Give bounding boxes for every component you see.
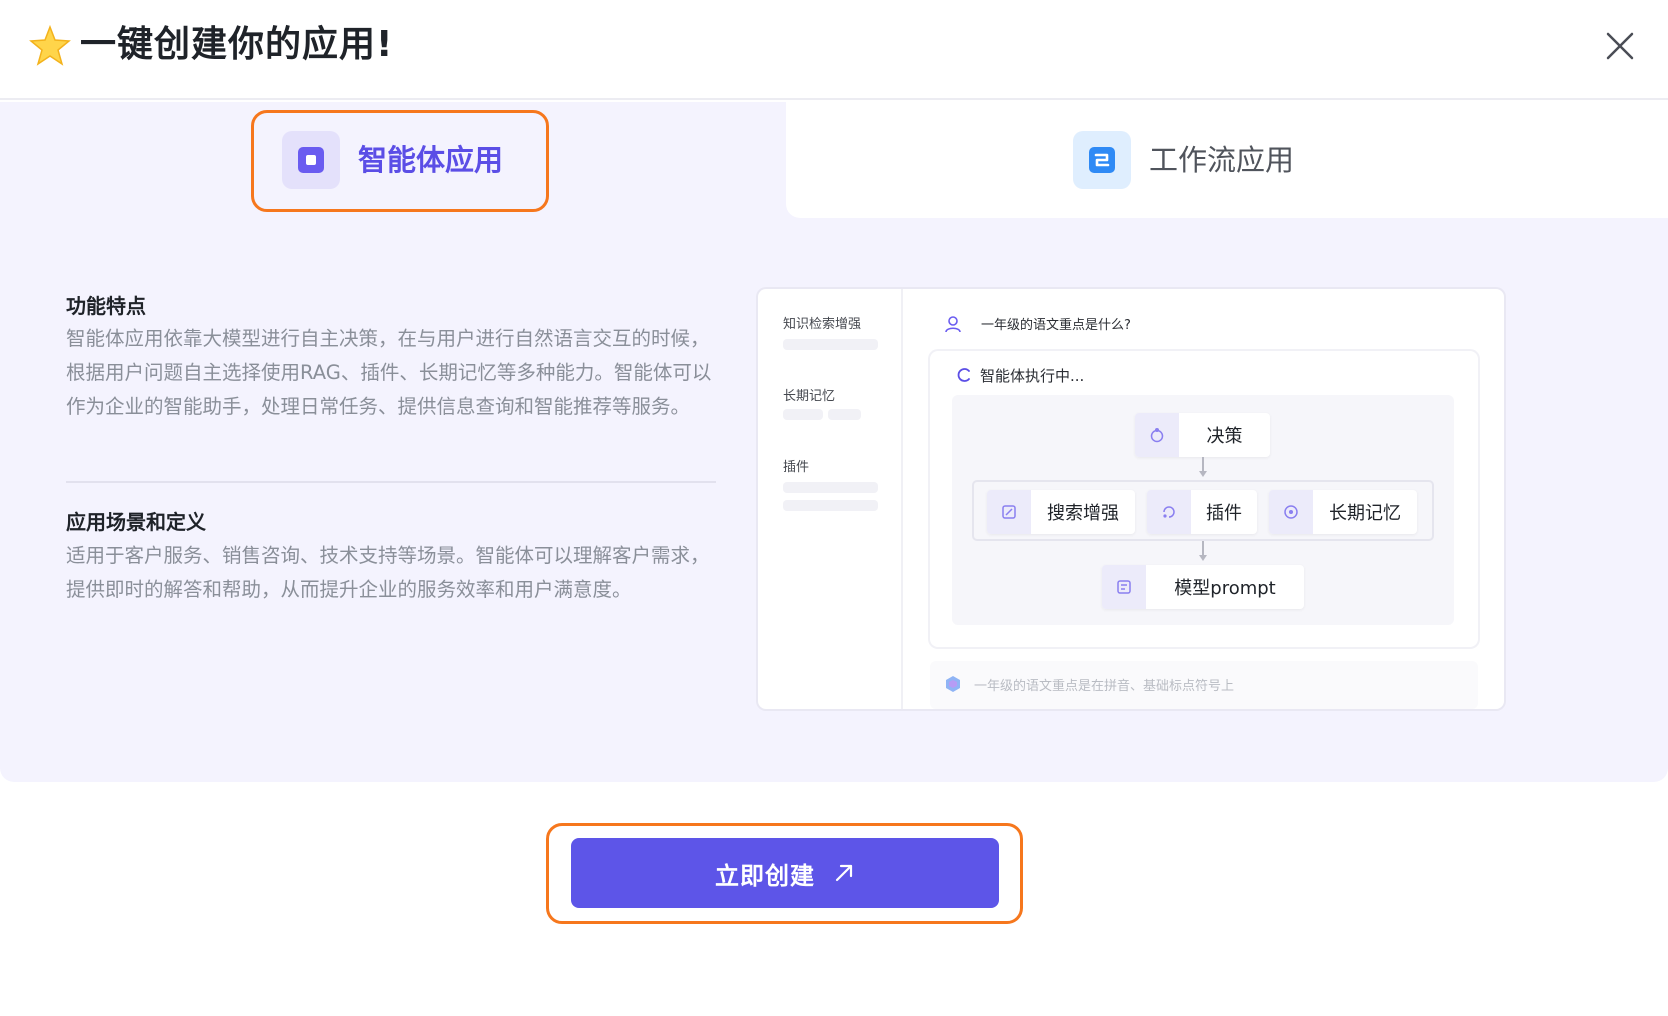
- node-decision: 决策: [1135, 413, 1270, 457]
- features-text: 智能体应用依靠大模型进行自主决策，在与用户进行自然语言交互的时候，根据用户问题自…: [66, 327, 712, 418]
- scenarios-text: 适用于客户服务、销售咨询、技术支持等场景。智能体可以理解客户需求，提供即时的解答…: [66, 544, 710, 601]
- preview-sidebar: 知识检索增强 长期记忆 插件: [758, 289, 903, 709]
- node-plugin-label: 插件: [1206, 503, 1242, 524]
- scenarios-title: 应用场景和定义: [66, 510, 206, 534]
- memory-icon: [1269, 490, 1313, 534]
- plugin-icon: [1147, 490, 1191, 534]
- assistant-logo-icon: [946, 676, 960, 692]
- close-icon[interactable]: [1602, 28, 1638, 64]
- tab-workflow-app[interactable]: 工作流应用: [1073, 130, 1294, 190]
- workflow-app-icon: [1073, 131, 1131, 189]
- node-plugin: 插件: [1147, 490, 1257, 534]
- features-title: 功能特点: [66, 294, 146, 318]
- flow-arrow-head: [1199, 471, 1207, 477]
- create-now-button[interactable]: 立即创建: [571, 838, 999, 908]
- decision-icon: [1135, 413, 1179, 457]
- tab-agent-app[interactable]: 智能体应用: [282, 130, 503, 190]
- node-search: 搜索增强: [987, 490, 1135, 534]
- star-icon: [29, 24, 71, 66]
- user-icon: [945, 316, 961, 333]
- tab-workflow-app-label: 工作流应用: [1149, 143, 1295, 177]
- node-model-prompt-label: 模型prompt: [1174, 578, 1276, 599]
- preview-sidebar-item-knowledge: 知识检索增强: [783, 317, 862, 332]
- agent-preview: 知识检索增强 长期记忆 插件 一年级的语文重点是什么? 智能体执行中... 决策…: [758, 289, 1504, 709]
- tab-agent-app-label: 智能体应用: [358, 143, 504, 177]
- dialog-title: 一键创建你的应用!: [80, 24, 394, 65]
- loading-icon: [957, 368, 970, 382]
- preview-answer: 一年级的语文重点是在拼音、基础标点符号上: [974, 679, 1235, 694]
- placeholder-bar: [783, 339, 878, 350]
- node-decision-label: 决策: [1206, 426, 1243, 447]
- preview-question: 一年级的语文重点是什么?: [981, 318, 1131, 333]
- node-search-label: 搜索增强: [1047, 503, 1119, 524]
- flow-arrow-head: [1199, 555, 1207, 561]
- dialog-header: 一键创建你的应用!: [0, 0, 1668, 100]
- search-enhance-icon: [987, 490, 1031, 534]
- preview-sidebar-item-memory: 长期记忆: [783, 389, 836, 404]
- section-divider: [66, 481, 716, 483]
- agent-app-icon: [282, 131, 340, 189]
- create-now-label: 立即创建: [715, 861, 815, 890]
- placeholder-bar: [783, 500, 878, 511]
- preview-sidebar-item-plugin: 插件: [783, 460, 810, 475]
- node-memory: 长期记忆: [1269, 490, 1417, 534]
- preview-status: 智能体执行中...: [980, 367, 1085, 385]
- placeholder-bar: [783, 409, 823, 420]
- node-memory-label: 长期记忆: [1329, 503, 1401, 524]
- model-prompt-icon: [1102, 565, 1146, 609]
- arrow-up-right-icon: [835, 864, 853, 882]
- placeholder-bar: [783, 482, 878, 493]
- placeholder-bar: [828, 409, 861, 420]
- node-model-prompt: 模型prompt: [1102, 565, 1304, 609]
